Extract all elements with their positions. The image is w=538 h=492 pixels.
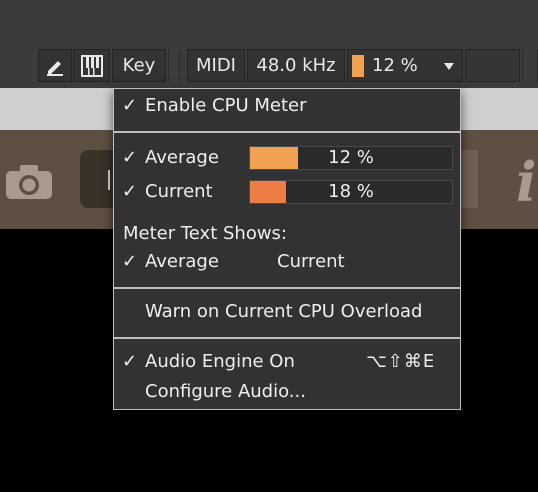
sample-rate-display[interactable]: 48.0 kHz <box>247 49 345 82</box>
midi-map-button[interactable]: MIDI <box>187 49 245 82</box>
checkmark-icon: ✓ <box>122 95 138 116</box>
average-meter-value: 12 % <box>328 147 374 168</box>
camera-icon[interactable] <box>4 164 54 200</box>
cpu-meter-menu: ✓ Enable CPU Meter ✓ Average 12 % ✓ Curr… <box>113 88 461 410</box>
checkmark-icon: ✓ <box>122 351 138 372</box>
menu-item-average[interactable]: Average <box>145 147 219 169</box>
computer-midi-keyboard-button[interactable] <box>73 49 110 82</box>
audio-engine-shortcut: ⌥⇧⌘E <box>366 351 436 372</box>
menu-separator <box>114 337 460 339</box>
menu-item-warn-overload[interactable]: Warn on Current CPU Overload <box>145 301 422 323</box>
info-icon[interactable]: i <box>516 150 537 214</box>
menu-separator <box>114 131 460 133</box>
current-meter-value: 18 % <box>328 181 374 202</box>
checkmark-icon: ✓ <box>122 251 138 272</box>
piano-keyboard-icon <box>80 54 103 77</box>
toolbar-separator <box>168 49 180 82</box>
pencil-icon <box>47 60 63 76</box>
menu-item-current[interactable]: Current <box>145 181 213 203</box>
cpu-load-swatch <box>352 55 364 77</box>
key-map-button[interactable]: Key <box>112 49 166 82</box>
cpu-meter-button[interactable]: 12 % <box>347 49 463 82</box>
draw-mode-button[interactable] <box>38 49 72 82</box>
text-cursor <box>108 170 110 190</box>
menu-item-enable-cpu-meter[interactable]: Enable CPU Meter <box>145 95 307 117</box>
cpu-load-value: 12 % <box>372 55 418 76</box>
sample-rate-value: 48.0 kHz <box>256 55 336 76</box>
checkmark-icon: ✓ <box>122 181 138 202</box>
checkmark-icon: ✓ <box>122 147 138 168</box>
key-map-label: Key <box>122 55 156 76</box>
menu-item-configure-audio[interactable]: Configure Audio... <box>145 381 306 403</box>
control-bar: Key MIDI 48.0 kHz 12 % <box>0 0 538 88</box>
meter-text-option-average[interactable]: Average <box>145 251 219 273</box>
toolbar-empty-slot <box>465 49 520 82</box>
dropdown-triangle-icon <box>444 63 454 70</box>
midi-map-label: MIDI <box>195 55 236 76</box>
meter-text-option-current[interactable]: Current <box>277 251 345 273</box>
meter-text-heading: Meter Text Shows: <box>123 223 287 244</box>
menu-separator <box>114 287 460 289</box>
current-cpu-meter: 18 % <box>249 180 453 204</box>
toolbar-separator <box>522 49 538 82</box>
menu-item-audio-engine-on[interactable]: Audio Engine On <box>145 351 295 373</box>
average-cpu-meter: 12 % <box>249 146 453 170</box>
